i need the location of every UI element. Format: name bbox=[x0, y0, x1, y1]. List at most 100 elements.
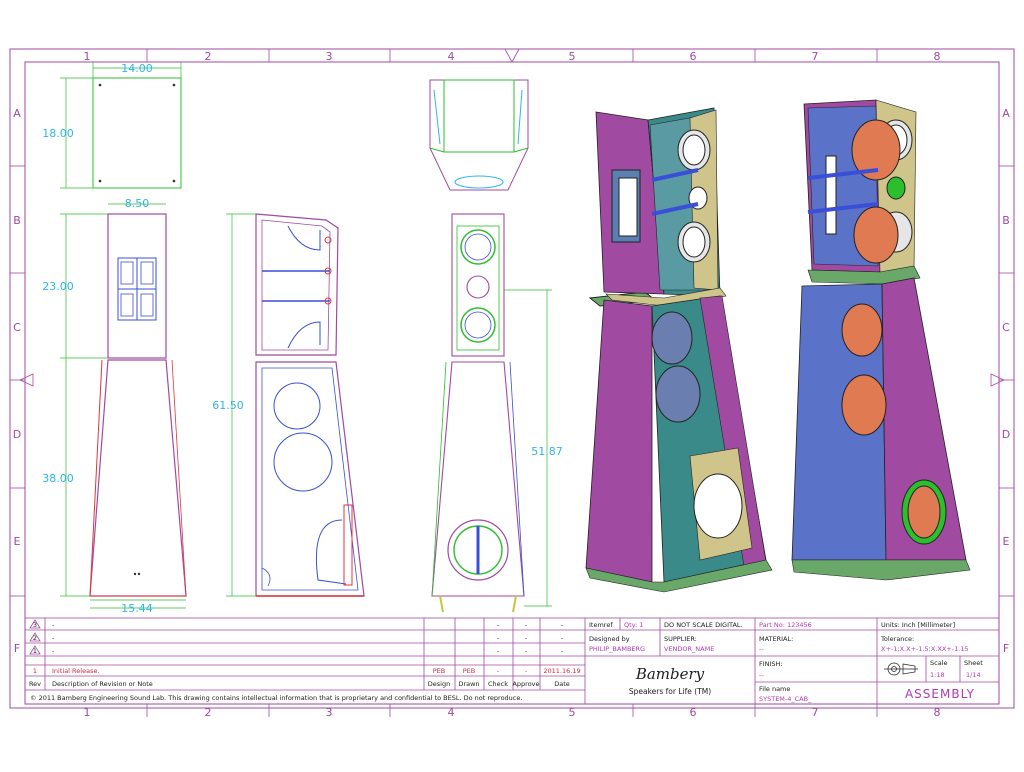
header-approve: Approve bbox=[512, 680, 539, 688]
zone-column-bottom-4: 4 bbox=[448, 706, 455, 719]
qty-value: Qty: 1 bbox=[624, 621, 643, 629]
zone-column-top-2: 2 bbox=[205, 50, 212, 63]
sheet-label: Sheet bbox=[964, 659, 983, 667]
designed-by-label: Designed by bbox=[589, 635, 630, 643]
zone-column-top-3: 3 bbox=[326, 50, 333, 63]
units-label: Units: Inch [Millimeter] bbox=[881, 621, 955, 629]
rev-approve-3: - bbox=[525, 621, 528, 629]
dim-height-top: 18.00 bbox=[42, 127, 74, 140]
rev-check-1: - bbox=[497, 647, 500, 655]
assembly-label: ASSEMBLY bbox=[905, 687, 975, 701]
dim-width-upper: 8.50 bbox=[125, 197, 150, 210]
title-block-frame bbox=[24, 617, 1000, 705]
rev-check-2: - bbox=[497, 634, 500, 642]
zone-row-right-B: B bbox=[1002, 214, 1010, 227]
zone-column-top-6: 6 bbox=[690, 50, 697, 63]
zone-column-top-8: 8 bbox=[934, 50, 941, 63]
designer-name: PHILIP_BAMBERG bbox=[589, 645, 645, 653]
zone-row-right-C: C bbox=[1002, 321, 1010, 334]
zone-row-right-E: E bbox=[1003, 535, 1010, 548]
zone-row-right-F: F bbox=[1003, 642, 1009, 655]
rev-approve-2: - bbox=[525, 634, 528, 642]
release-design: PEB bbox=[433, 667, 446, 675]
zone-row-right-D: D bbox=[1002, 428, 1010, 441]
zone-row-left-F: F bbox=[14, 642, 20, 655]
rev-number-2: 2 bbox=[33, 634, 37, 642]
tolerance-label: Tolerance: bbox=[880, 635, 914, 643]
release-desc: Initial Release. bbox=[52, 667, 100, 675]
dim-width-top: 14.00 bbox=[121, 62, 153, 75]
header-drawn: Drawn bbox=[458, 680, 479, 688]
front-elevation bbox=[60, 203, 187, 609]
zone-row-left-C: C bbox=[13, 321, 21, 334]
part-number: Part No: 123456 bbox=[759, 621, 812, 629]
zone-column-bottom-6: 6 bbox=[690, 706, 697, 719]
header-check: Check bbox=[488, 680, 508, 688]
zone-row-left-A: A bbox=[13, 107, 21, 120]
rev-date-3: - bbox=[561, 621, 564, 629]
filename-value: SYSTEM-4_CAB_ bbox=[759, 695, 812, 703]
scale-value: 1:18 bbox=[930, 671, 945, 679]
rev-date-2: - bbox=[561, 634, 564, 642]
material-label: MATERIAL: bbox=[759, 635, 793, 643]
top-view bbox=[60, 62, 182, 189]
rev-desc-1: - bbox=[52, 647, 55, 655]
company-tagline: Speakers for Life (TM) bbox=[629, 687, 711, 696]
zone-column-bottom-2: 2 bbox=[205, 706, 212, 719]
projection-symbol-icon bbox=[884, 662, 918, 676]
rear-top-view bbox=[429, 79, 529, 191]
rev-approve-1: - bbox=[525, 647, 528, 655]
material-value: -- bbox=[759, 645, 764, 653]
zone-column-top-4: 4 bbox=[448, 50, 455, 63]
company-logo: Bambery bbox=[635, 665, 705, 683]
zone-row-left-E: E bbox=[14, 535, 21, 548]
sheet-value: 1/14 bbox=[966, 671, 981, 679]
rev-number-3: 3 bbox=[33, 621, 37, 629]
release-rev: 1 bbox=[33, 667, 37, 675]
side-section-view bbox=[226, 213, 365, 597]
zone-column-bottom-5: 5 bbox=[569, 706, 576, 719]
zone-column-top-5: 5 bbox=[569, 50, 576, 63]
zone-column-bottom-8: 8 bbox=[934, 706, 941, 719]
release-check: - bbox=[497, 667, 500, 675]
engineering-drawing-svg: 1 1 2 2 3 3 4 4 5 5 6 6 7 7 8 8 A A B B C C D D E E F F 14.00 18.00 bbox=[9, 48, 1015, 719]
release-drawn: PEB bbox=[463, 667, 476, 675]
no-scale-note: DO NOT SCALE DIGITAL. bbox=[664, 621, 743, 629]
itemref-label: Itemref bbox=[589, 621, 613, 629]
dim-width-base: 15.44 bbox=[121, 602, 153, 615]
isometric-view-front bbox=[585, 107, 773, 593]
rear-elevation bbox=[431, 213, 552, 613]
rev-date-1: - bbox=[561, 647, 564, 655]
zone-column-bottom-3: 3 bbox=[326, 706, 333, 719]
supplier-name: VENDOR_NAME bbox=[664, 645, 714, 653]
filename-label: File name bbox=[759, 685, 790, 693]
finish-value: -- bbox=[759, 671, 764, 679]
release-approve: - bbox=[525, 667, 528, 675]
dim-height-lower: 38.00 bbox=[42, 472, 74, 485]
dim-height-upper: 23.00 bbox=[42, 280, 74, 293]
dim-total-height: 61.50 bbox=[212, 399, 244, 412]
drawing-sheet: 1 1 2 2 3 3 4 4 5 5 6 6 7 7 8 8 A A B B C C D D E E F F 14.00 18.00 bbox=[0, 0, 1024, 768]
rev-check-3: - bbox=[497, 621, 500, 629]
rev-number-1: 1 bbox=[33, 647, 37, 655]
tolerance-value: X+-1;X.X+-1.5;X.XX+-1.15 bbox=[881, 645, 969, 653]
rev-desc-2: - bbox=[52, 634, 55, 642]
zone-column-top-7: 7 bbox=[812, 50, 819, 63]
isometric-view-rear bbox=[791, 99, 971, 581]
rev-desc-3: - bbox=[52, 621, 55, 629]
zone-row-left-B: B bbox=[13, 214, 21, 227]
zone-row-right-A: A bbox=[1002, 107, 1010, 120]
header-rev: Rev bbox=[29, 680, 41, 688]
zone-column-bottom-1: 1 bbox=[84, 706, 91, 719]
release-date: 2011.16.19 bbox=[543, 667, 580, 675]
copyright-notice: © 2011 Bamberg Engineering Sound Lab. Th… bbox=[30, 694, 522, 702]
header-date: Date bbox=[554, 680, 570, 688]
supplier-label: SUPPLIER: bbox=[664, 635, 697, 643]
finish-label: FINISH: bbox=[759, 660, 783, 668]
header-desc: Description of Revision or Note bbox=[52, 680, 153, 688]
header-design: Design bbox=[428, 680, 450, 688]
zone-column-top-1: 1 bbox=[84, 50, 91, 63]
scale-label: Scale bbox=[930, 659, 948, 667]
dim-rear-height: 51.87 bbox=[531, 445, 563, 458]
zone-row-left-D: D bbox=[13, 428, 21, 441]
